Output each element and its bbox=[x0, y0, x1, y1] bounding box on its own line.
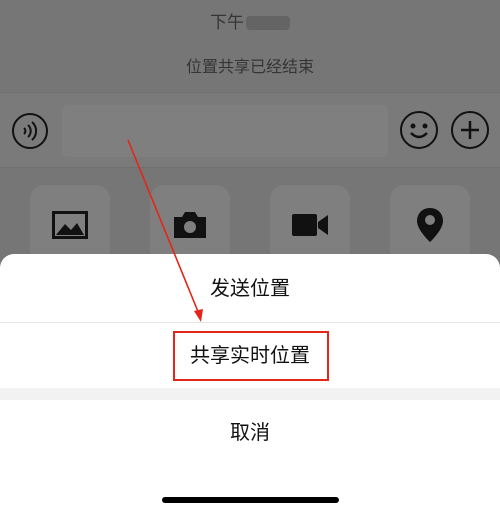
cancel-button[interactable]: 取消 bbox=[0, 400, 500, 464]
section-gap bbox=[0, 388, 500, 400]
highlight-box bbox=[173, 331, 329, 381]
home-indicator bbox=[162, 497, 339, 503]
send-location-option[interactable]: 发送位置 bbox=[0, 254, 500, 322]
action-sheet: 发送位置 共享实时位置 取消 bbox=[0, 254, 500, 514]
